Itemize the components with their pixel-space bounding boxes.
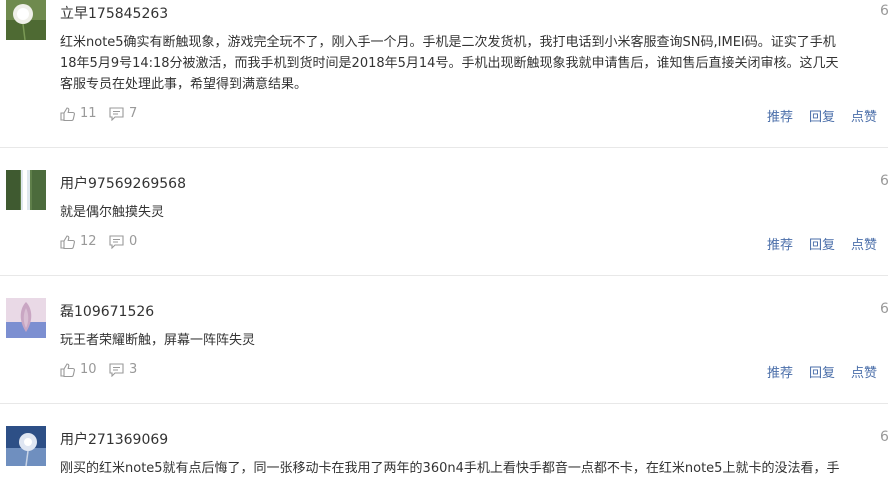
comment-content: 红米note5确实有断触现象，游戏完全玩不了，刚入手一个月。手机是二次发货机，我…: [60, 32, 838, 95]
reply-count-value: 0: [129, 234, 138, 249]
divider: [0, 147, 888, 148]
like-count[interactable]: 12: [60, 234, 97, 249]
comment-time: 6: [880, 301, 888, 317]
recommend-button[interactable]: 推荐: [767, 234, 793, 253]
reply-count[interactable]: 0: [109, 234, 137, 249]
comment-line: 玩王者荣耀断触，屏幕一阵阵失灵: [60, 333, 256, 348]
comment-line: 就是偶尔触摸失灵: [60, 205, 165, 220]
comment-time: 6: [880, 429, 888, 445]
comment-time: 6: [880, 3, 888, 19]
thumbs-up-icon: [60, 362, 75, 377]
avatar[interactable]: [6, 170, 46, 210]
reply-count[interactable]: 3: [109, 362, 137, 377]
comment-time: 6: [880, 173, 888, 189]
comment-icon: [109, 234, 124, 249]
like-count[interactable]: 11: [60, 106, 97, 121]
reply-count[interactable]: 7: [109, 106, 137, 121]
comment-line: 红米note5确实有断触现象，游戏完全玩不了，刚入手一个月。手机是二次发货机，我…: [60, 35, 836, 50]
reply-count-value: 7: [129, 106, 138, 121]
reply-button[interactable]: 回复: [809, 362, 835, 381]
reply-button[interactable]: 回复: [809, 234, 835, 253]
avatar[interactable]: [6, 298, 46, 338]
divider: [0, 275, 888, 276]
avatar[interactable]: [6, 0, 46, 40]
avatar[interactable]: [6, 426, 46, 466]
comment-content: 刚买的红米note5就有点后悔了，同一张移动卡在我用了两年的360n4手机上看快…: [60, 458, 839, 479]
reply-button[interactable]: 回复: [809, 106, 835, 125]
recommend-button[interactable]: 推荐: [767, 106, 793, 125]
like-button[interactable]: 点赞: [851, 362, 877, 381]
username[interactable]: 磊109671526: [60, 301, 154, 321]
divider: [0, 403, 888, 404]
username[interactable]: 用户97569269568: [60, 173, 186, 193]
like-count-value: 10: [80, 362, 97, 377]
like-count-value: 11: [80, 106, 97, 121]
thumbs-up-icon: [60, 106, 75, 121]
comment-line: 18年5月9号14:18分被激活，而我手机到货时间是2018年5月14号。手机出…: [60, 56, 839, 71]
username[interactable]: 用户271369069: [60, 429, 168, 449]
comment-content: 就是偶尔触摸失灵: [60, 202, 164, 223]
comment-icon: [109, 362, 124, 377]
like-button[interactable]: 点赞: [851, 106, 877, 125]
like-count[interactable]: 10: [60, 362, 97, 377]
comment-icon: [109, 106, 124, 121]
reply-count-value: 3: [129, 362, 138, 377]
comment-line: 客服专员在处理此事，希望得到满意结果。: [60, 77, 308, 92]
recommend-button[interactable]: 推荐: [767, 362, 793, 381]
comment-line: 刚买的红米note5就有点后悔了，同一张移动卡在我用了两年的360n4手机上看快…: [60, 461, 840, 476]
comment-content: 玩王者荣耀断触，屏幕一阵阵失灵: [60, 330, 255, 351]
thumbs-up-icon: [60, 234, 75, 249]
like-count-value: 12: [80, 234, 97, 249]
like-button[interactable]: 点赞: [851, 234, 877, 253]
username[interactable]: 立早175845263: [60, 3, 168, 23]
